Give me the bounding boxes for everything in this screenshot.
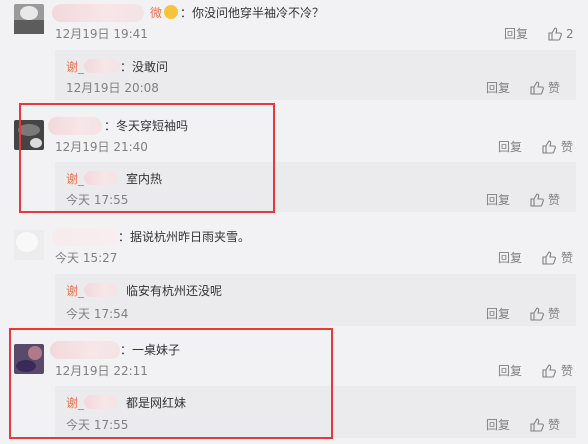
comment-item: ：一桌妹子 12月19日 22:11 回复 赞 谢_ 都是网红妹 今天 17:55… [0,336,588,440]
reply-button[interactable]: 回复 [498,139,522,155]
reply-username[interactable]: 谢_ [66,396,84,410]
thumbs-up-icon[interactable] [530,418,544,432]
reply-username[interactable]: 谢_ [66,60,84,74]
thumbs-up-icon[interactable] [530,81,544,95]
comment-item: ：冬天穿短袖吗 12月19日 21:40 回复 赞 谢_ 室内热 今天 17:55… [0,108,588,212]
comment-item: ：据说杭州昨日雨夹雪。 今天 15:27 回复 赞 谢_ 临安有杭州还没呢 今天 … [0,222,588,326]
like-count[interactable]: 2 [566,26,574,42]
avatar[interactable] [14,4,44,34]
reply-time: 12月19日 20:08 [66,81,159,95]
username-blurred[interactable] [84,395,119,409]
username-blurred[interactable] [84,283,119,297]
comment-time: 今天 15:27 [55,251,118,265]
comment-text-line: 微 ：你没问他穿半袖冷不冷？ [150,4,324,22]
username-blurred[interactable] [52,228,118,246]
reply-item: 谢_ ：没敢问 12月19日 20:08 回复 赞 [55,50,576,100]
reply-button[interactable]: 回复 [504,26,528,42]
reply-button[interactable]: 回复 [486,417,510,433]
avatar[interactable] [14,230,44,260]
thumbs-up-icon[interactable] [542,140,556,154]
reply-text: 临安有杭州还没呢 [126,284,223,298]
avatar[interactable] [14,120,44,150]
like-button[interactable]: 赞 [548,306,560,322]
like-button[interactable]: 赞 [548,417,560,433]
comment-time: 12月19日 19:41 [55,27,148,41]
reply-time: 今天 17:54 [66,307,129,321]
reply-button[interactable]: 回复 [486,80,510,96]
reply-text-line: 谢_ 室内热 [66,170,162,188]
reply-time: 今天 17:55 [66,418,129,432]
reply-time: 今天 17:55 [66,193,129,207]
comment-text: ：冬天穿短袖吗 [104,119,189,133]
thumbs-up-icon[interactable] [548,27,562,41]
reply-button[interactable]: 回复 [498,363,522,379]
username-blurred[interactable] [84,59,121,73]
comment-text: ：你没问他穿半袖冷不冷？ [180,6,325,20]
thumbs-up-icon[interactable] [542,251,556,265]
reply-username[interactable]: 谢_ [66,284,84,298]
reply-text: 都是网红妹 [126,396,187,410]
thumbs-up-icon[interactable] [542,364,556,378]
avatar[interactable] [14,344,44,374]
comment-text: ：一桌妹子 [120,343,181,357]
username-suffix[interactable]: 微 [150,6,162,20]
reply-text: ：没敢问 [120,60,169,74]
reply-text-line: 谢_ ：没敢问 [66,58,168,76]
thumbs-up-icon[interactable] [530,193,544,207]
username-blurred[interactable] [52,4,144,22]
emoji-icon [164,5,179,19]
like-button[interactable]: 赞 [561,363,573,379]
reply-text-line: 谢_ 都是网红妹 [66,394,186,412]
reply-text-line: 谢_ 临安有杭州还没呢 [66,282,222,300]
username-blurred[interactable] [84,171,119,185]
username-blurred[interactable] [50,341,120,359]
reply-item: 谢_ 都是网红妹 今天 17:55 回复 赞 [55,386,576,438]
comment-text: ：据说杭州昨日雨夹雪。 [118,230,251,244]
reply-button[interactable]: 回复 [486,306,510,322]
like-button[interactable]: 赞 [561,250,573,266]
reply-username[interactable]: 谢_ [66,172,84,186]
reply-button[interactable]: 回复 [486,192,510,208]
reply-item: 谢_ 临安有杭州还没呢 今天 17:54 回复 赞 [55,274,576,326]
username-blurred[interactable] [48,117,102,135]
comment-item: 微 ：你没问他穿半袖冷不冷？ 12月19日 19:41 回复 2 谢_ ：没敢问 1… [0,0,588,100]
comment-time: 12月19日 22:11 [55,364,148,378]
reply-button[interactable]: 回复 [498,250,522,266]
reply-item: 谢_ 室内热 今天 17:55 回复 赞 [55,162,576,212]
reply-text: 室内热 [126,172,163,186]
like-button[interactable]: 赞 [548,80,560,96]
like-button[interactable]: 赞 [561,139,573,155]
thumbs-up-icon[interactable] [530,307,544,321]
comment-time: 12月19日 21:40 [55,140,148,154]
like-button[interactable]: 赞 [548,192,560,208]
